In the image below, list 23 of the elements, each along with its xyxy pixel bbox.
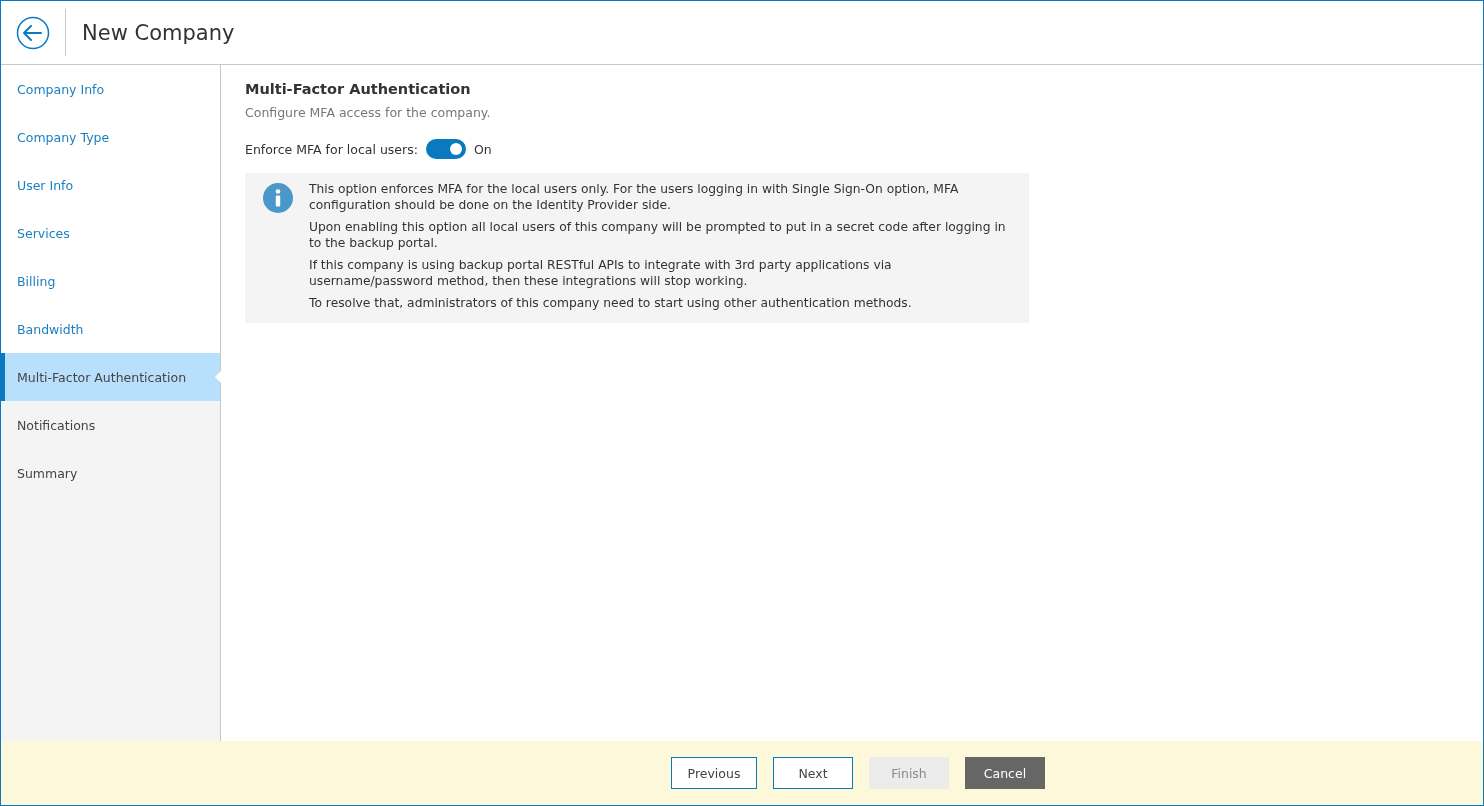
info-paragraph: If this company is using backup portal RESTful APIs to integrate with 3rd party applications via username/password method, then these integrations will stop working. bbox=[309, 257, 893, 289]
toggle-state-text: On bbox=[473, 141, 492, 157]
sidebar-step[interactable]: User Info bbox=[1, 161, 220, 209]
wizard-button[interactable]: Cancel bbox=[965, 757, 1045, 789]
section-title: Multi-Factor Authentication bbox=[245, 81, 472, 97]
info-paragraph: This option enforces MFA for the local users only. For the users logging in with Single Sign-On option, MFA configuration should be done on the Identity Provider side. bbox=[309, 181, 960, 213]
sidebar-step[interactable]: Summary bbox=[1, 449, 220, 497]
sidebar-step[interactable]: Billing bbox=[1, 257, 220, 305]
sidebar-step[interactable]: Notifications bbox=[1, 401, 220, 449]
wizard-button[interactable]: Next bbox=[773, 757, 853, 789]
sidebar-step[interactable]: Multi-Factor Authentication bbox=[1, 353, 220, 401]
toggle-label: Enforce MFA for local users: bbox=[245, 141, 418, 157]
section-subtitle: Configure MFA access for the company. bbox=[245, 105, 492, 120]
info-icon bbox=[263, 183, 293, 213]
sidebar-step[interactable]: Company Type bbox=[1, 113, 220, 161]
sidebar-step[interactable]: Bandwidth bbox=[1, 305, 220, 353]
sidebar-step[interactable]: Company Info bbox=[1, 65, 220, 113]
sidebar-step[interactable]: Services bbox=[1, 209, 220, 257]
wizard-button[interactable]: Previous bbox=[671, 757, 757, 789]
page-title: New Company bbox=[82, 20, 235, 45]
toggle-switch[interactable] bbox=[425, 139, 466, 159]
info-paragraph: Upon enabling this option all local users of this company will be prompted to put in a secret code after logging in to the backup portal. bbox=[309, 219, 1007, 251]
info-paragraph: To resolve that, administrators of this company need to start using other authentication methods. bbox=[309, 295, 913, 311]
